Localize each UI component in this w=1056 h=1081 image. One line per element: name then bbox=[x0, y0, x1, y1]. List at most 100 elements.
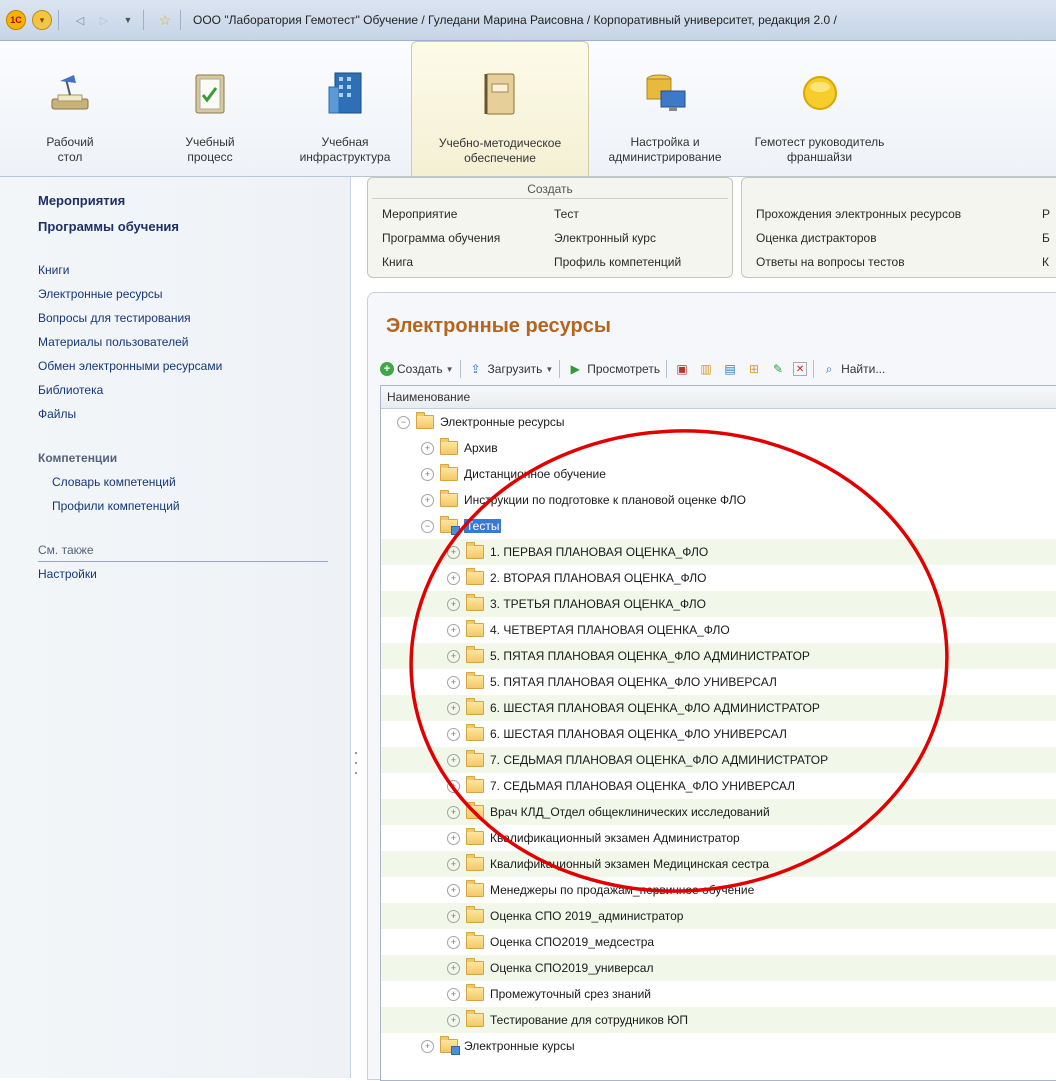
report-eresource-completion-link[interactable]: Прохождения электронных ресурсов bbox=[756, 207, 961, 221]
tree-row[interactable]: − Электронные ресурсы bbox=[381, 409, 1056, 435]
report-link-truncated[interactable]: К bbox=[1042, 255, 1049, 269]
expand-toggle-icon[interactable]: + bbox=[421, 467, 434, 481]
tree-row[interactable]: +6. ШЕСТАЯ ПЛАНОВАЯ ОЦЕНКА_ФЛО АДМИНИСТР… bbox=[381, 695, 1056, 721]
tree-row[interactable]: +7. СЕДЬМАЯ ПЛАНОВАЯ ОЦЕНКА_ФЛО АДМИНИСТ… bbox=[381, 747, 1056, 773]
nav-eresources[interactable]: Электронные ресурсы bbox=[38, 287, 163, 301]
upload-button[interactable]: ⇪ Загрузить ▼ bbox=[467, 360, 554, 378]
nav-questions[interactable]: Вопросы для тестирования bbox=[38, 311, 191, 325]
preview-report-button[interactable]: ▣ bbox=[673, 360, 691, 378]
add-folder-button[interactable]: ⊞ bbox=[745, 360, 763, 378]
expand-toggle-icon[interactable]: + bbox=[447, 909, 460, 923]
nav-programs[interactable]: Программы обучения bbox=[38, 219, 179, 234]
tree-row[interactable]: + Квалификационный экзамен Администратор bbox=[381, 825, 1056, 851]
create-test-link[interactable]: Тест bbox=[554, 207, 579, 221]
tree-row[interactable]: +5. ПЯТАЯ ПЛАНОВАЯ ОЦЕНКА_ФЛО АДМИНИСТРА… bbox=[381, 643, 1056, 669]
expand-toggle-icon[interactable]: + bbox=[447, 597, 460, 611]
tree-row[interactable]: + Оценка СПО 2019_администратор bbox=[381, 903, 1056, 929]
view-button[interactable]: ▶ Просмотреть bbox=[566, 360, 660, 378]
nav-library[interactable]: Библиотека bbox=[38, 383, 103, 397]
expand-toggle-icon[interactable]: + bbox=[447, 545, 460, 559]
expand-toggle-icon[interactable]: + bbox=[447, 649, 460, 663]
section-label: Настройка и администрирование bbox=[608, 135, 722, 164]
expand-toggle-icon[interactable]: + bbox=[447, 779, 460, 793]
tree-row[interactable]: + Оценка СПО2019_универсал bbox=[381, 955, 1056, 981]
create-competency-profile-link[interactable]: Профиль компетенций bbox=[554, 255, 681, 269]
tree-row[interactable]: + Архив bbox=[381, 435, 1056, 461]
page-title: Электронные ресурсы bbox=[386, 315, 611, 337]
tree-row[interactable]: +5. ПЯТАЯ ПЛАНОВАЯ ОЦЕНКА_ФЛО УНИВЕРСАЛ bbox=[381, 669, 1056, 695]
expand-toggle-icon[interactable]: + bbox=[447, 571, 460, 585]
tree-row[interactable]: − Тесты bbox=[381, 513, 1056, 539]
section-infrastructure[interactable]: Учебная инфраструктура bbox=[280, 41, 410, 175]
nav-competency-dictionary[interactable]: Словарь компетенций bbox=[52, 475, 176, 489]
expand-toggle-icon[interactable]: + bbox=[447, 675, 460, 689]
tree-row[interactable]: + Квалификационный экзамен Медицинская се… bbox=[381, 851, 1056, 877]
nav-user-materials[interactable]: Материалы пользователей bbox=[38, 335, 188, 349]
find-button[interactable]: ⌕ Найти... bbox=[820, 360, 886, 378]
tree-row[interactable]: +2. ВТОРАЯ ПЛАНОВАЯ ОЦЕНКА_ФЛО bbox=[381, 565, 1056, 591]
collapse-toggle-icon[interactable]: − bbox=[421, 519, 434, 533]
create-ecourse-link[interactable]: Электронный курс bbox=[554, 231, 656, 245]
nav-competency-profiles[interactable]: Профили компетенций bbox=[52, 499, 180, 513]
collapse-toggle-icon[interactable]: − bbox=[397, 415, 410, 429]
expand-toggle-icon[interactable]: + bbox=[421, 493, 434, 507]
tree-row[interactable]: +4. ЧЕТВЕРТАЯ ПЛАНОВАЯ ОЦЕНКА_ФЛО bbox=[381, 617, 1056, 643]
expand-toggle-icon[interactable]: + bbox=[447, 753, 460, 767]
expand-toggle-icon[interactable]: + bbox=[447, 935, 460, 949]
tree-row[interactable]: + Менеджеры по продажам_первичное обучени… bbox=[381, 877, 1056, 903]
tree-row[interactable]: + Врач КЛД_Отдел общеклинических исследов… bbox=[381, 799, 1056, 825]
report-distractors-link[interactable]: Оценка дистракторов bbox=[756, 231, 877, 245]
section-gemotest-franchise[interactable]: Гемотест руководитель франшайзи bbox=[742, 41, 897, 175]
tree-row[interactable]: +3. ТРЕТЬЯ ПЛАНОВАЯ ОЦЕНКА_ФЛО bbox=[381, 591, 1056, 617]
expand-toggle-icon[interactable]: + bbox=[447, 857, 460, 871]
expand-toggle-icon[interactable]: + bbox=[447, 623, 460, 637]
nav-books[interactable]: Книги bbox=[38, 263, 69, 277]
section-learning-process[interactable]: Учебный процесс bbox=[160, 41, 260, 175]
create-book-link[interactable]: Книга bbox=[382, 255, 413, 269]
expand-toggle-icon[interactable]: + bbox=[447, 805, 460, 819]
expand-toggle-icon[interactable]: + bbox=[447, 831, 460, 845]
tree-row[interactable]: + Оценка СПО2019_медсестра bbox=[381, 929, 1056, 955]
expand-toggle-icon[interactable]: + bbox=[421, 441, 434, 455]
tree-row[interactable]: + Электронные курсы bbox=[381, 1033, 1056, 1059]
section-administration[interactable]: Настройка и администрирование bbox=[590, 41, 740, 175]
nav-events[interactable]: Мероприятия bbox=[38, 193, 125, 208]
tree-row[interactable]: +7. СЕДЬМАЯ ПЛАНОВАЯ ОЦЕНКА_ФЛО УНИВЕРСА… bbox=[381, 773, 1056, 799]
tree-row[interactable]: + Промежуточный срез знаний bbox=[381, 981, 1056, 1007]
expand-toggle-icon[interactable]: + bbox=[447, 727, 460, 741]
expand-toggle-icon[interactable]: + bbox=[421, 1039, 434, 1053]
expand-toggle-icon[interactable]: + bbox=[447, 701, 460, 715]
main-menu-button[interactable]: ▾ bbox=[32, 10, 52, 30]
section-methodology[interactable]: Учебно-методическое обеспечение bbox=[411, 41, 589, 176]
section-desktop[interactable]: Рабочий стол bbox=[20, 41, 120, 175]
delete-button[interactable]: ✕ bbox=[793, 362, 808, 376]
history-dropdown-icon[interactable]: ▼ bbox=[119, 11, 137, 29]
column-header-name[interactable]: Наименование bbox=[381, 386, 1056, 409]
back-arrow-icon[interactable]: ◁ bbox=[71, 11, 89, 29]
edit-button[interactable]: ✎ bbox=[769, 360, 787, 378]
tree-row[interactable]: + Дистанционное обучение bbox=[381, 461, 1056, 487]
create-button[interactable]: + Создать ▼ bbox=[380, 362, 454, 376]
favorites-star-icon[interactable]: ☆ bbox=[156, 11, 174, 29]
report-link-truncated[interactable]: Р bbox=[1042, 207, 1050, 221]
expand-toggle-icon[interactable]: + bbox=[447, 987, 460, 1001]
expand-toggle-icon[interactable]: + bbox=[447, 883, 460, 897]
panel-splitter-handle[interactable] bbox=[355, 752, 357, 792]
tree-row[interactable]: + Инструкции по подготовке к плановой оце… bbox=[381, 487, 1056, 513]
create-program-link[interactable]: Программа обучения bbox=[382, 231, 500, 245]
create-event-link[interactable]: Мероприятие bbox=[382, 207, 457, 221]
tree-row[interactable]: + Тестирование для сотрудников ЮП bbox=[381, 1007, 1056, 1033]
forward-arrow-icon[interactable]: ▷ bbox=[95, 11, 113, 29]
expand-toggle-icon[interactable]: + bbox=[447, 961, 460, 975]
expand-toggle-icon[interactable]: + bbox=[447, 1013, 460, 1027]
nav-settings[interactable]: Настройки bbox=[38, 567, 97, 581]
report-test-answers-link[interactable]: Ответы на вопросы тестов bbox=[756, 255, 905, 269]
chart-button[interactable]: ▥ bbox=[697, 360, 715, 378]
tree-row[interactable]: +6. ШЕСТАЯ ПЛАНОВАЯ ОЦЕНКА_ФЛО УНИВЕРСАЛ bbox=[381, 721, 1056, 747]
nav-exchange[interactable]: Обмен электронными ресурсами bbox=[38, 359, 222, 373]
nav-files[interactable]: Файлы bbox=[38, 407, 76, 421]
tree-row-label: Врач КЛД_Отдел общеклинических исследова… bbox=[490, 805, 770, 819]
report-link-truncated[interactable]: Б bbox=[1042, 231, 1050, 245]
tree-row[interactable]: +1. ПЕРВАЯ ПЛАНОВАЯ ОЦЕНКА_ФЛО bbox=[381, 539, 1056, 565]
books-button[interactable]: ▤ bbox=[721, 360, 739, 378]
